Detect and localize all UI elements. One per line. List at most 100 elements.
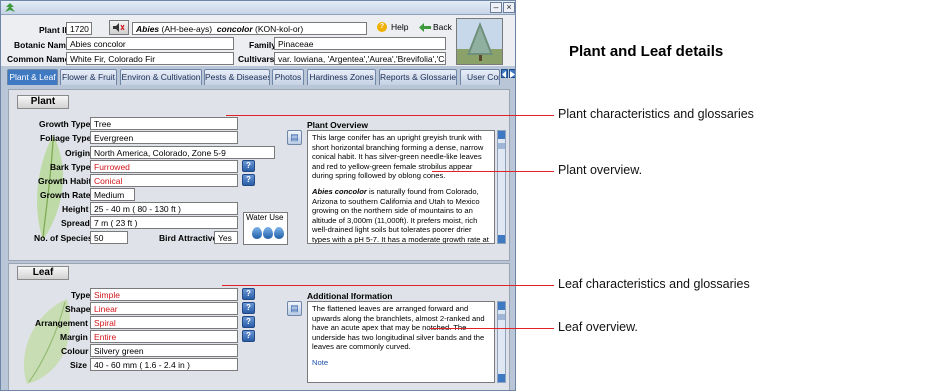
plant-photo-thumbnail[interactable] [456, 18, 503, 65]
origin-field[interactable]: North America, Colorado, Zone 5-9 [90, 146, 275, 159]
leaf-overview-doc-icon[interactable]: ▤ [287, 301, 302, 316]
leaf-overview-title: Additional Iformation [307, 291, 393, 301]
height-label: Height [62, 204, 89, 214]
plant-overview-doc-icon[interactable]: ▤ [287, 130, 302, 145]
help-icon: ? [377, 22, 387, 32]
tab-scroll-left-button[interactable] [501, 69, 508, 78]
leaf-type-field[interactable]: Simple [90, 288, 238, 301]
chevron-left-icon [502, 71, 506, 78]
leaf-shape-field[interactable]: Linear [90, 302, 238, 315]
leaf-shape-label: Shape [65, 304, 91, 314]
tab-pests-diseases[interactable]: Pests & Diseases [204, 69, 270, 85]
family-field[interactable]: Pinaceae [274, 37, 446, 50]
tab-scroll-right-button[interactable] [509, 69, 515, 78]
leaf-characteristics-pointer [222, 285, 554, 286]
scroll-down-button[interactable] [498, 374, 505, 382]
water-use-box: Water Use [243, 212, 288, 245]
origin-label: Origin [65, 148, 91, 158]
tab-photos[interactable]: Photos [272, 69, 304, 85]
leaf-arrangement-label: Arrangement [35, 318, 88, 328]
spread-field[interactable]: 7 m ( 23 ft ) [90, 216, 238, 229]
leaf-colour-label: Colour [61, 346, 89, 356]
species-field[interactable]: 50 [90, 231, 128, 244]
tab-reports-glossaries[interactable]: Reports & Glossaries [379, 69, 457, 85]
leaf-size-field[interactable]: 40 - 60 mm ( 1.6 - 2.4 in ) [90, 358, 238, 371]
leaf-overview-scrollbar[interactable] [497, 301, 506, 383]
pronounce-button[interactable] [109, 20, 129, 35]
species-label: No. of Species [34, 233, 93, 243]
plant-overview-pointer [432, 171, 554, 172]
plant-characteristics-pointer [226, 115, 554, 116]
plant-overview-text: This large conifer has an upright greyis… [307, 130, 495, 244]
growth-type-label: Growth Type [39, 119, 91, 129]
water-drop-icon [263, 227, 273, 239]
scroll-up-button[interactable] [498, 131, 505, 139]
plant-id-field[interactable]: 1720 [66, 22, 92, 35]
plant-section-header: Plant [17, 95, 69, 109]
scroll-up-button[interactable] [498, 302, 505, 310]
scroll-thumb[interactable] [498, 314, 505, 320]
cultivars-field[interactable]: var. lowiana, 'Argentea','Aurea','Brevif… [274, 52, 446, 65]
family-label: Family [249, 40, 276, 50]
back-arrow-icon [419, 23, 431, 32]
bird-attractive-field[interactable]: Yes [214, 231, 238, 244]
plant-overview-callout: Plant overview. [558, 163, 643, 177]
leaf-note-link[interactable]: Note [312, 358, 490, 368]
growth-type-field[interactable]: Tree [90, 117, 238, 130]
tab-user-comments[interactable]: User Comments [460, 69, 500, 85]
app-window: – × Plant ID 1720 Abies (AH-bee-ays) con… [0, 0, 516, 391]
plant-leaf-content: Plant Growth Type Tree Foliage Type Ever… [5, 87, 513, 390]
bark-type-field[interactable]: Furrowed [90, 160, 238, 173]
leaf-overview-text: The flattened leaves are arranged forwar… [307, 301, 495, 383]
leaf-section-header: Leaf [17, 266, 69, 280]
plant-overview-title: Plant Overview [307, 120, 368, 130]
leaf-colour-field[interactable]: Silvery green [90, 344, 238, 357]
foliage-type-field[interactable]: Evergreen [90, 131, 238, 144]
common-name-label: Common Name [7, 54, 70, 64]
leaf-shape-glossary-button[interactable]: ? [242, 302, 255, 314]
back-link[interactable]: Back [419, 21, 455, 34]
plant-characteristics-callout: Plant characteristics and glossaries [558, 107, 754, 121]
close-button[interactable]: × [503, 2, 515, 13]
common-name-field[interactable]: White Fir, Colorado Fir [66, 52, 234, 65]
chevron-right-icon [510, 71, 515, 78]
plant-header: Plant ID 1720 Abies (AH-bee-ays) concolo… [1, 15, 515, 66]
botanic-name-label: Botanic Name [14, 40, 71, 50]
leaf-margin-field[interactable]: Entire [90, 330, 238, 343]
cultivars-label: Cultivars [238, 54, 275, 64]
leaf-margin-glossary-button[interactable]: ? [242, 330, 255, 342]
minimize-button[interactable]: – [490, 2, 502, 13]
growth-rate-field[interactable]: Medium [90, 188, 135, 201]
leaf-margin-label: Margin [60, 332, 88, 342]
plant-overview-paragraph-1: This large conifer has an upright greyis… [312, 133, 484, 181]
growth-habit-glossary-button[interactable]: ? [242, 174, 255, 186]
leaf-overview-callout: Leaf overview. [558, 320, 638, 334]
title-bar: – × [1, 1, 515, 15]
scroll-down-button[interactable] [498, 235, 505, 243]
leaf-arrangement-glossary-button[interactable]: ? [242, 316, 255, 328]
bark-type-glossary-button[interactable]: ? [242, 160, 255, 172]
help-link[interactable]: ? Help [377, 21, 415, 34]
foliage-type-label: Foliage Type [40, 133, 92, 143]
plant-overview-scrollbar[interactable] [497, 130, 506, 244]
bird-attractive-label: Bird Attractive [159, 233, 218, 243]
leaf-type-glossary-button[interactable]: ? [242, 288, 255, 300]
water-drop-icon [252, 227, 262, 239]
tab-environ-cultivation[interactable]: Environ & Cultivation [120, 69, 202, 85]
leaf-arrangement-field[interactable]: Spiral [90, 316, 238, 329]
tab-hardiness-zones[interactable]: Hardiness Zones [307, 69, 376, 85]
scroll-thumb[interactable] [498, 143, 505, 149]
botanic-name-field[interactable]: Abies concolor [66, 37, 234, 50]
back-label: Back [433, 22, 452, 32]
plant-overview-paragraph-2: Abies concolor is naturally found from C… [312, 187, 490, 243]
growth-habit-field[interactable]: Conical [90, 174, 238, 187]
growth-rate-label: Growth Rate [40, 190, 91, 200]
water-use-drops [252, 227, 288, 241]
leaf-size-label: Size [70, 360, 88, 370]
leaf-type-label: Type [71, 290, 91, 300]
tab-plant-leaf[interactable]: Plant & Leaf [7, 69, 58, 85]
height-field[interactable]: 25 - 40 m ( 80 - 130 ft ) [90, 202, 238, 215]
water-drop-icon [274, 227, 284, 239]
spread-label: Spread [61, 218, 90, 228]
tab-flower-fruit[interactable]: Flower & Fruit [60, 69, 117, 85]
